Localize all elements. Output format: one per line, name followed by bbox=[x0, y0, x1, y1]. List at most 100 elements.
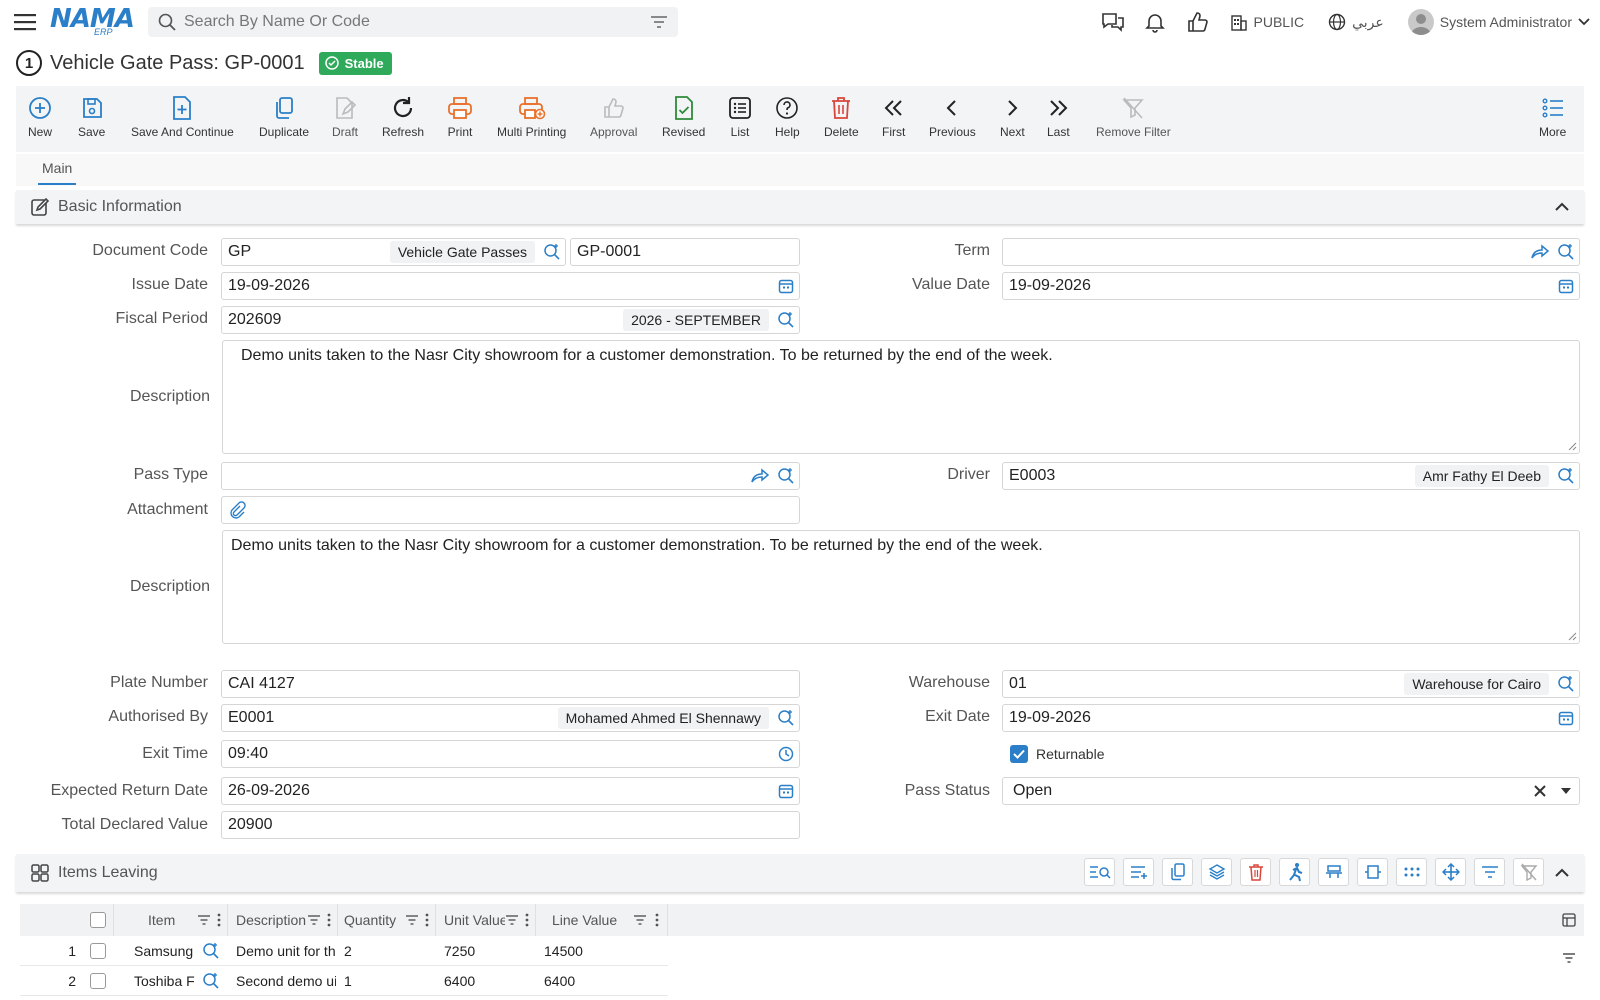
delete-rows-icon[interactable] bbox=[1240, 858, 1271, 886]
new-button[interactable]: New bbox=[28, 86, 52, 139]
run-icon[interactable] bbox=[1279, 858, 1310, 886]
search-plus-icon[interactable] bbox=[773, 463, 799, 489]
filter-icon[interactable] bbox=[650, 15, 668, 29]
merge-icon[interactable] bbox=[1318, 858, 1349, 886]
column-menu-icon[interactable] bbox=[217, 913, 221, 927]
pass-type-field[interactable] bbox=[221, 462, 800, 490]
exit-date-field[interactable]: 19-09-2026 bbox=[1002, 704, 1580, 732]
first-button[interactable]: First bbox=[882, 86, 905, 139]
approval-button[interactable]: Approval bbox=[590, 86, 637, 139]
column-header-description[interactable]: Description bbox=[228, 904, 338, 936]
chevron-up-icon[interactable] bbox=[1552, 863, 1572, 883]
exit-time-field[interactable]: 09:40 bbox=[221, 740, 800, 768]
caret-down-icon[interactable] bbox=[1553, 778, 1579, 804]
filter-icon[interactable] bbox=[405, 914, 419, 926]
column-menu-icon[interactable] bbox=[655, 913, 659, 927]
next-button[interactable]: Next bbox=[1000, 86, 1025, 139]
filter-icon[interactable] bbox=[197, 914, 211, 926]
unit-value-cell[interactable]: 6400 bbox=[444, 966, 534, 996]
add-rows-icon[interactable] bbox=[1123, 858, 1154, 886]
fiscal-period-field[interactable]: 202609 2026 - SEPTEMBER bbox=[221, 306, 800, 334]
unit-value-cell[interactable]: 7250 bbox=[444, 936, 534, 966]
move-icon[interactable] bbox=[1435, 858, 1466, 886]
tab-main[interactable]: Main bbox=[38, 160, 77, 185]
list-button[interactable]: List bbox=[728, 86, 752, 139]
calendar-icon[interactable] bbox=[1553, 705, 1579, 731]
filter-icon[interactable] bbox=[1474, 858, 1505, 886]
column-menu-icon[interactable] bbox=[525, 913, 529, 927]
search-plus-icon[interactable] bbox=[202, 942, 220, 960]
line-value-cell[interactable]: 6400 bbox=[544, 966, 664, 996]
authorised-by-field[interactable]: E0001 Mohamed Ahmed El Shennawy bbox=[221, 704, 800, 732]
search-plus-icon[interactable] bbox=[1553, 463, 1579, 489]
search-rows-icon[interactable] bbox=[1084, 858, 1115, 886]
total-declared-field[interactable]: 20900 bbox=[221, 811, 800, 839]
filter-icon[interactable] bbox=[633, 914, 647, 926]
clear-icon[interactable] bbox=[1527, 778, 1553, 804]
description-cell[interactable]: Demo unit for th bbox=[236, 936, 336, 966]
layers-icon[interactable] bbox=[1201, 858, 1232, 886]
copy-rows-icon[interactable] bbox=[1162, 858, 1193, 886]
user-menu[interactable]: System Administrator bbox=[1407, 9, 1590, 35]
row-checkbox[interactable] bbox=[90, 973, 106, 989]
item-cell[interactable]: Toshiba F bbox=[134, 966, 228, 996]
filter-off-icon[interactable] bbox=[1513, 858, 1544, 886]
more-button[interactable]: More bbox=[1539, 86, 1566, 139]
resize-handle-icon[interactable] bbox=[1567, 631, 1577, 641]
attachment-field[interactable] bbox=[221, 496, 800, 524]
fit-width-icon[interactable] bbox=[1357, 858, 1388, 886]
paperclip-icon[interactable] bbox=[228, 501, 246, 519]
items-leaving-header[interactable]: Items Leaving bbox=[16, 854, 1584, 892]
search-input[interactable] bbox=[184, 13, 650, 31]
filter-icon[interactable] bbox=[505, 914, 519, 926]
search-plus-icon[interactable] bbox=[1553, 239, 1579, 265]
calendar-icon[interactable] bbox=[1553, 273, 1579, 299]
search-plus-icon[interactable] bbox=[1553, 671, 1579, 697]
row-checkbox[interactable] bbox=[90, 943, 106, 959]
item-cell[interactable]: Samsung bbox=[134, 936, 228, 966]
calendar-icon[interactable] bbox=[773, 778, 799, 804]
document-number-field[interactable]: GP-0001 bbox=[570, 238, 800, 266]
dots-grid-icon[interactable] bbox=[1396, 858, 1427, 886]
plate-number-field[interactable]: CAI 4127 bbox=[221, 670, 800, 698]
columns-panel-icon[interactable] bbox=[1562, 913, 1576, 927]
search-plus-icon[interactable] bbox=[539, 239, 565, 265]
quantity-cell[interactable]: 1 bbox=[344, 966, 434, 996]
draft-button[interactable]: Draft bbox=[332, 86, 358, 139]
print-button[interactable]: Print bbox=[447, 86, 473, 139]
remove-filter-button[interactable]: Remove Filter bbox=[1096, 86, 1171, 139]
previous-button[interactable]: Previous bbox=[929, 86, 976, 139]
share-icon[interactable] bbox=[1527, 239, 1553, 265]
delete-button[interactable]: Delete bbox=[824, 86, 859, 139]
search-plus-icon[interactable] bbox=[773, 307, 799, 333]
description-textarea[interactable]: Demo units taken to the Nasr City showro… bbox=[222, 340, 1580, 454]
description-2-textarea[interactable]: Demo units taken to the Nasr City showro… bbox=[222, 530, 1580, 644]
warehouse-field[interactable]: 01 Warehouse for Cairo bbox=[1002, 670, 1580, 698]
revised-button[interactable]: Revised bbox=[662, 86, 705, 139]
description-cell[interactable]: Second demo ui bbox=[236, 966, 336, 996]
duplicate-button[interactable]: Duplicate bbox=[259, 86, 309, 139]
chat-icon[interactable] bbox=[1092, 0, 1134, 44]
column-menu-icon[interactable] bbox=[425, 913, 429, 927]
column-header-item[interactable]: Item bbox=[114, 904, 228, 936]
column-header-line-value[interactable]: Line Value bbox=[536, 904, 668, 936]
table-row[interactable]: 2 Toshiba F Second demo ui 1 6400 6400 bbox=[20, 966, 668, 996]
share-icon[interactable] bbox=[747, 463, 773, 489]
language-selector[interactable]: عربي bbox=[1328, 13, 1384, 31]
quantity-cell[interactable]: 2 bbox=[344, 936, 434, 966]
last-button[interactable]: Last bbox=[1047, 86, 1070, 139]
resize-handle-icon[interactable] bbox=[1567, 441, 1577, 451]
term-field[interactable] bbox=[1002, 238, 1580, 266]
table-row[interactable]: 1 Samsung Demo unit for th 2 7250 14500 bbox=[20, 936, 668, 966]
select-all-checkbox[interactable] bbox=[89, 912, 106, 928]
save-button[interactable]: Save bbox=[78, 86, 105, 139]
search-plus-icon[interactable] bbox=[773, 705, 799, 731]
thumbs-up-icon[interactable] bbox=[1176, 0, 1218, 44]
multi-printing-button[interactable]: Multi Printing bbox=[497, 86, 566, 139]
bell-icon[interactable] bbox=[1134, 0, 1176, 44]
calendar-icon[interactable] bbox=[773, 273, 799, 299]
checkbox-checked[interactable] bbox=[1010, 745, 1028, 763]
driver-field[interactable]: E0003 Amr Fathy El Deeb bbox=[1002, 462, 1580, 490]
filter-panel-icon[interactable] bbox=[1562, 952, 1576, 964]
help-button[interactable]: Help bbox=[775, 86, 800, 139]
